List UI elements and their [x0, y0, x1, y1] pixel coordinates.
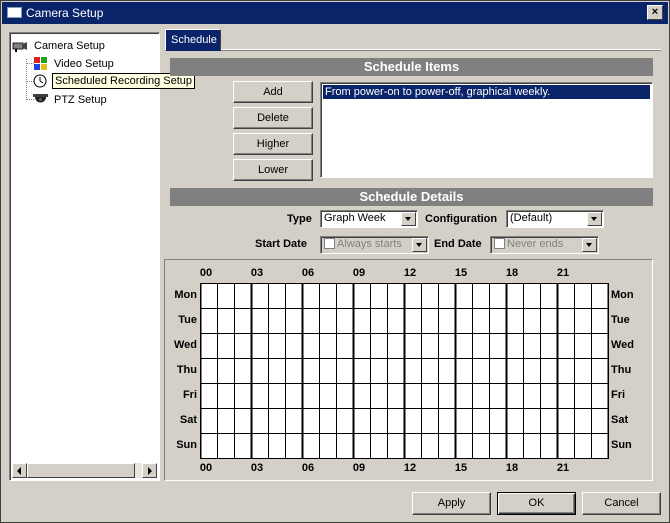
- tree-item-camera-setup[interactable]: Camera Setup: [12, 37, 107, 54]
- hour-label: 18: [505, 462, 519, 474]
- cancel-button[interactable]: Cancel: [582, 492, 661, 515]
- hour-label: 09: [352, 267, 366, 279]
- hour-label: 18: [505, 267, 519, 279]
- lower-button[interactable]: Lower: [233, 159, 313, 181]
- tree-item-video-setup[interactable]: Video Setup: [32, 55, 116, 72]
- chevron-down-icon[interactable]: [582, 238, 597, 252]
- weekly-schedule-grid[interactable]: [200, 283, 609, 459]
- chevron-down-icon[interactable]: [412, 238, 427, 252]
- day-label: Thu: [611, 364, 632, 376]
- configuration-select[interactable]: (Default): [506, 210, 604, 228]
- camera-setup-window: Camera Setup × Camera Setup Video Setup …: [0, 0, 670, 523]
- chevron-down-icon[interactable]: [401, 212, 416, 226]
- chevron-down-icon[interactable]: [587, 212, 602, 226]
- configuration-label: Configuration: [425, 213, 498, 225]
- start-date-checkbox[interactable]: [324, 238, 335, 249]
- window-title: Camera Setup: [26, 6, 104, 20]
- day-label: Thu: [176, 364, 197, 376]
- hour-label: 15: [454, 267, 468, 279]
- hour-label: 06: [301, 462, 315, 474]
- day-label: Wed: [611, 339, 635, 351]
- schedule-items-list[interactable]: From power-on to power-off, graphical we…: [320, 82, 653, 178]
- close-button[interactable]: ×: [647, 5, 663, 20]
- hour-label: 03: [250, 462, 264, 474]
- ptz-camera-icon: [32, 93, 49, 107]
- hour-label: 21: [556, 267, 570, 279]
- day-label: Sat: [179, 414, 197, 426]
- end-date-checkbox[interactable]: [494, 238, 505, 249]
- camera-icon: [12, 39, 29, 53]
- add-button[interactable]: Add: [233, 81, 313, 103]
- tree-item-ptz-setup[interactable]: PTZ Setup: [32, 91, 109, 108]
- ok-button[interactable]: OK: [497, 492, 576, 515]
- list-item[interactable]: From power-on to power-off, graphical we…: [323, 85, 650, 99]
- tree-item-label: Video Setup: [54, 57, 114, 70]
- day-label: Mon: [174, 289, 197, 301]
- scroll-left-button[interactable]: [12, 463, 27, 478]
- hour-label: 00: [199, 462, 213, 474]
- day-label: Tue: [178, 314, 197, 326]
- video-icon: [32, 56, 49, 71]
- day-label: Fri: [611, 389, 626, 401]
- hour-label: 12: [403, 267, 417, 279]
- window-icon: [7, 7, 22, 18]
- hour-label: 21: [556, 462, 570, 474]
- higher-button[interactable]: Higher: [233, 133, 313, 155]
- title-bar: Camera Setup ×: [2, 2, 668, 24]
- configuration-value: (Default): [510, 212, 553, 224]
- delete-button[interactable]: Delete: [233, 107, 313, 129]
- hour-label: 12: [403, 462, 417, 474]
- start-date-picker[interactable]: Always starts: [320, 236, 429, 254]
- end-date-picker[interactable]: Never ends: [490, 236, 599, 254]
- day-label: Fri: [182, 389, 197, 401]
- day-label: Sun: [611, 439, 632, 451]
- hour-label: 03: [250, 267, 264, 279]
- hour-label: 06: [301, 267, 315, 279]
- hour-label: 09: [352, 462, 366, 474]
- schedule-details-header: Schedule Details: [170, 188, 653, 206]
- type-select[interactable]: Graph Week: [320, 210, 418, 228]
- start-date-value: Always starts: [337, 238, 402, 250]
- type-value: Graph Week: [324, 212, 386, 224]
- schedule-items-header: Schedule Items: [170, 58, 653, 76]
- day-label: Mon: [611, 289, 634, 301]
- end-date-label: End Date: [434, 238, 482, 250]
- end-date-value: Never ends: [507, 238, 564, 250]
- apply-button[interactable]: Apply: [412, 492, 491, 515]
- tree-item-label: Camera Setup: [34, 39, 105, 52]
- type-label: Type: [287, 213, 312, 225]
- clock-icon: [32, 74, 49, 88]
- setup-tree[interactable]: Camera Setup Video Setup Scheduled Recor…: [9, 32, 195, 481]
- start-date-label: Start Date: [255, 238, 307, 250]
- day-label: Wed: [173, 339, 197, 351]
- tab-schedule[interactable]: Schedule: [165, 29, 221, 51]
- tree-item-label: PTZ Setup: [54, 93, 107, 106]
- tab-divider: [221, 49, 661, 51]
- scroll-right-button[interactable]: [142, 463, 157, 478]
- day-label: Tue: [611, 314, 630, 326]
- tree-horizontal-scrollbar[interactable]: [12, 463, 157, 478]
- day-label: Sun: [176, 439, 197, 451]
- hour-label: 15: [454, 462, 468, 474]
- hour-label: 00: [199, 267, 213, 279]
- day-label: Sat: [611, 414, 629, 426]
- scroll-thumb[interactable]: [27, 463, 135, 478]
